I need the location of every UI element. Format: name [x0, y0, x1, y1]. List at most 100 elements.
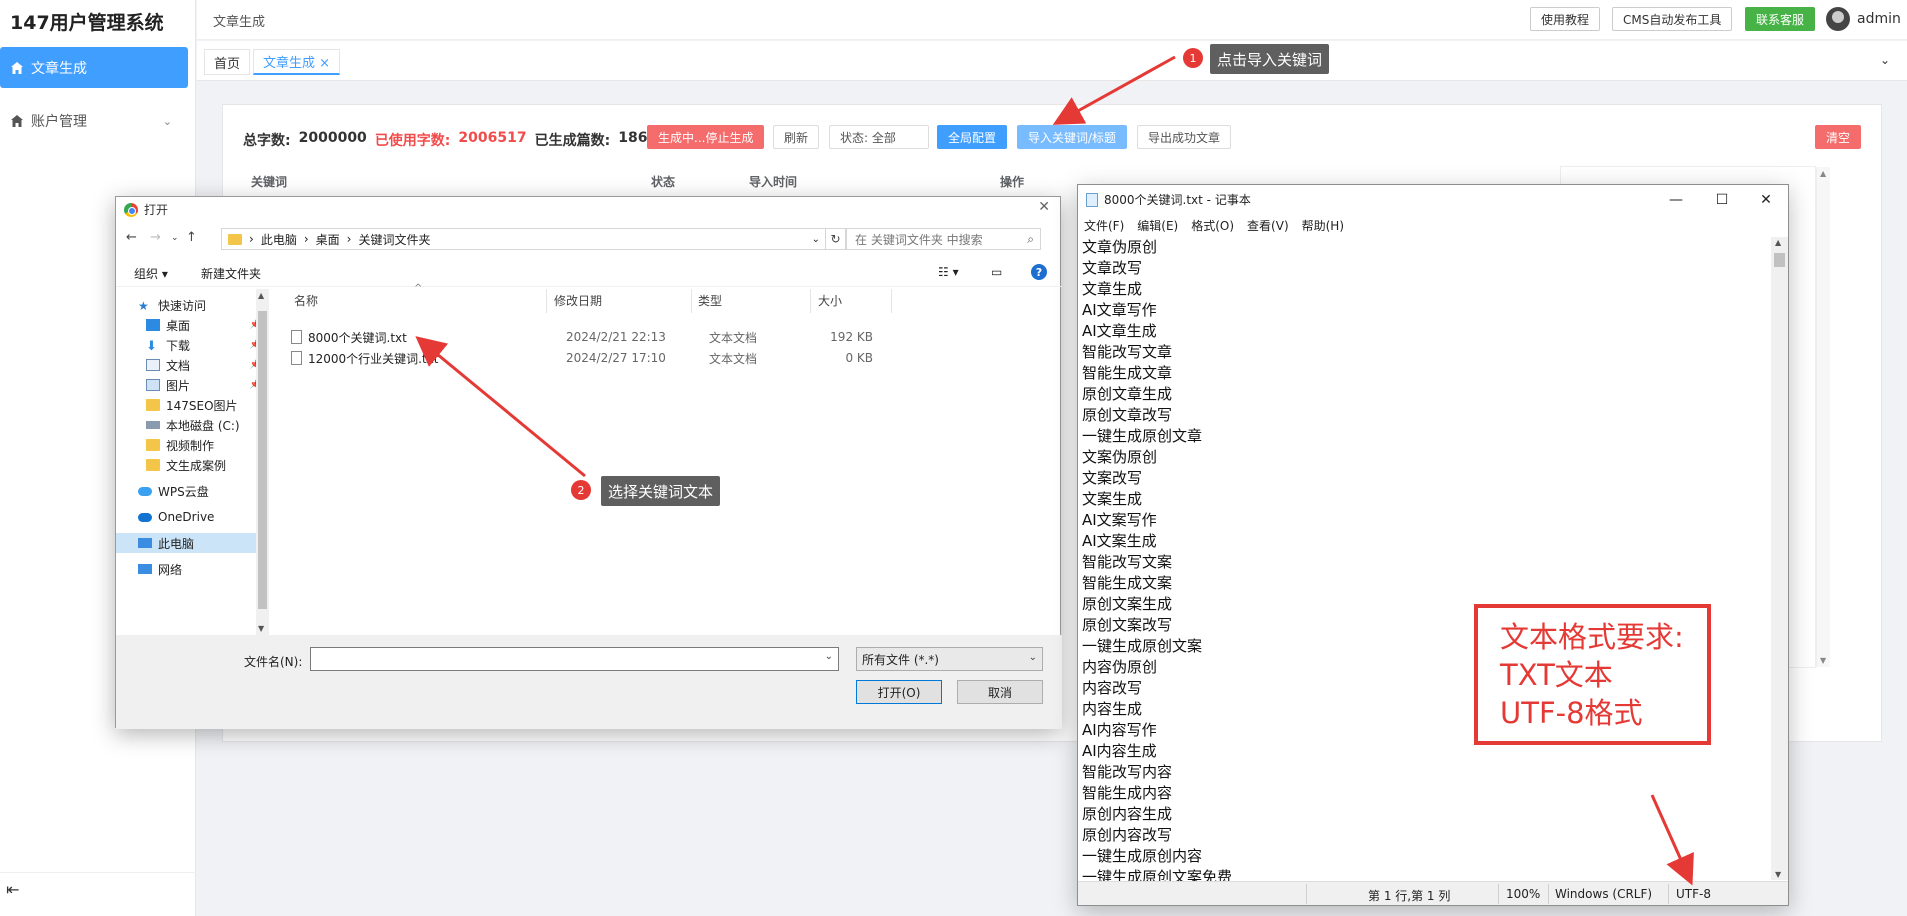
address-bar[interactable]: › 此电脑 › 桌面 › 关键词文件夹 ⌄	[221, 228, 826, 250]
notepad-scrollbar[interactable]: ▲ ▼	[1771, 237, 1788, 880]
filetype-select[interactable]: 所有文件 (*.*) ⌄	[856, 647, 1043, 671]
nav-documents[interactable]: 文档📌	[116, 355, 261, 375]
help-icon[interactable]: ?	[1031, 264, 1047, 280]
scroll-up-icon[interactable]: ▲	[1775, 238, 1781, 247]
close-icon[interactable]: ✕	[1744, 187, 1788, 213]
clear-button[interactable]: 清空	[1815, 125, 1862, 149]
scroll-up-icon[interactable]: ▲	[258, 291, 264, 300]
nav-folder[interactable]: 视频制作	[116, 435, 261, 455]
nav-this-pc[interactable]: 此电脑	[116, 533, 261, 553]
notepad-line: AI文章生成	[1082, 322, 1157, 340]
nav-onedrive[interactable]: OneDrive	[116, 507, 261, 527]
path-segment[interactable]: 此电脑	[261, 231, 297, 248]
nav-quick-access[interactable]: ★ 快速访问	[116, 295, 261, 315]
open-button[interactable]: 打开(O)	[856, 680, 942, 704]
maximize-icon[interactable]: ☐	[1700, 187, 1744, 213]
scroll-down-icon[interactable]: ▼	[1820, 656, 1826, 665]
file-row[interactable]: 8000个关键词.txt 2024/2/21 22:13 文本文档 192 KB	[291, 328, 873, 346]
menu-view[interactable]: 查看(V)	[1247, 217, 1289, 234]
nav-network[interactable]: 网络	[116, 559, 261, 579]
preview-pane-icon[interactable]: ▭	[991, 265, 1002, 279]
menu-edit[interactable]: 编辑(E)	[1137, 217, 1178, 234]
nav-label: 本地磁盘 (C:)	[166, 418, 240, 433]
chevron-down-icon[interactable]: ⌄	[812, 234, 820, 245]
support-button[interactable]: 联系客服	[1745, 7, 1816, 31]
menu-file[interactable]: 文件(F)	[1084, 217, 1124, 234]
document-icon	[146, 359, 160, 371]
nav-pictures[interactable]: 图片📌	[116, 375, 261, 395]
tab-home[interactable]: 首页	[204, 49, 251, 75]
export-articles-button[interactable]: 导出成功文章	[1137, 125, 1232, 149]
scrollbar[interactable]: ▲ ▼	[1816, 167, 1830, 667]
search-input[interactable]: 在 关键词文件夹 中搜索 ⌕	[846, 228, 1041, 250]
nav-folder[interactable]: 147SEO图片	[116, 395, 261, 415]
scroll-down-icon[interactable]: ▼	[258, 624, 264, 633]
nav-local-disk[interactable]: 本地磁盘 (C:)	[116, 415, 261, 435]
new-folder-button[interactable]: 新建文件夹	[201, 265, 261, 282]
refresh-button[interactable]: 刷新	[773, 125, 820, 149]
username[interactable]: admin	[1857, 11, 1901, 27]
tab-article-generation[interactable]: 文章生成 ×	[253, 49, 341, 75]
scrollbar-thumb[interactable]	[258, 311, 267, 609]
recent-dropdown-icon[interactable]: ⌄	[171, 233, 179, 243]
tutorial-button[interactable]: 使用教程	[1530, 7, 1601, 31]
refresh-icon[interactable]: ↻	[826, 228, 846, 250]
notepad-line: 智能生成文案	[1082, 574, 1173, 592]
organize-button[interactable]: 组织 ▾	[134, 265, 168, 282]
column-name[interactable]: 名称	[294, 292, 318, 309]
view-options-icon[interactable]: ☷ ▾	[938, 265, 959, 279]
scroll-up-icon[interactable]: ▲	[1820, 169, 1826, 178]
sidebar-item-account[interactable]: 账户管理 ⌄	[0, 101, 188, 141]
close-icon[interactable]: ✕	[1038, 199, 1050, 215]
up-icon[interactable]: ↑	[186, 230, 197, 245]
chevron-down-icon[interactable]: ⌄	[825, 651, 833, 662]
avatar[interactable]	[1826, 7, 1850, 31]
total-words-label: 总字数:	[243, 133, 291, 149]
file-type: 文本文档	[709, 351, 758, 366]
collapse-sidebar-icon[interactable]: ⇤	[6, 880, 19, 899]
scroll-down-icon[interactable]: ▼	[1775, 870, 1781, 879]
scrollbar-thumb[interactable]	[1774, 253, 1785, 267]
path-separator-icon: ›	[346, 232, 352, 246]
chrome-icon	[124, 202, 138, 217]
nav-desktop[interactable]: 桌面📌	[116, 315, 261, 335]
nav-downloads[interactable]: ⬇下载📌	[116, 335, 261, 355]
nav-scrollbar[interactable]: ▲ ▼	[256, 289, 269, 635]
column-status: 状态	[651, 175, 676, 189]
notepad-line: 原创文章生成	[1082, 385, 1173, 403]
menu-help[interactable]: 帮助(H)	[1302, 217, 1344, 234]
cms-tool-button[interactable]: CMS自动发布工具	[1612, 7, 1733, 31]
nav-wps-cloud[interactable]: WPS云盘	[116, 481, 261, 501]
column-modified[interactable]: 修改日期	[554, 292, 602, 309]
cloud-icon	[138, 486, 152, 496]
search-placeholder: 在 关键词文件夹 中搜索	[855, 232, 983, 247]
minimize-icon[interactable]: —	[1654, 187, 1698, 213]
column-type[interactable]: 类型	[698, 292, 722, 309]
cancel-button[interactable]: 取消	[957, 680, 1043, 704]
sidebar-item-label: 账户管理	[31, 114, 87, 130]
back-icon[interactable]: ←	[126, 230, 137, 245]
path-segment[interactable]: 桌面	[316, 231, 340, 248]
import-keywords-button[interactable]: 导入关键词/标题	[1017, 125, 1128, 149]
nav-folder[interactable]: 文生成案例	[116, 455, 261, 475]
forward-icon[interactable]: →	[150, 230, 161, 245]
path-segment[interactable]: 关键词文件夹	[358, 231, 430, 248]
file-row[interactable]: 12000个行业关键词.txt 2024/2/27 17:10 文本文档 0 K…	[291, 349, 873, 367]
stop-generation-button[interactable]: 生成中...停止生成	[647, 125, 765, 149]
file-date: 2024/2/21 22:13	[566, 330, 666, 344]
notepad-line: 一键生成原创内容	[1082, 847, 1203, 865]
filename-input[interactable]: ⌄	[310, 647, 839, 671]
status-filter-select[interactable]: 状态: 全部	[829, 125, 929, 149]
global-config-button[interactable]: 全局配置	[937, 125, 1008, 149]
chevron-down-icon[interactable]: ⌄	[1880, 53, 1890, 67]
notepad-line: 智能生成内容	[1082, 784, 1173, 802]
format-line: 文本格式要求:	[1500, 620, 1684, 654]
sidebar-item-article-generation[interactable]: 文章生成	[0, 47, 188, 88]
column-size[interactable]: 大小	[818, 292, 842, 309]
notepad-text-area[interactable]: 文章伪原创 文章改写 文章生成 AI文章写作 AI文章生成 智能改写文章 智能生成文章 原创文…	[1082, 237, 1762, 888]
stats-bar: 总字数: 2000000 已使用字数: 2006517 已生成篇数: 1869	[243, 130, 657, 150]
encoding: UTF-8	[1676, 887, 1711, 901]
menu-format[interactable]: 格式(O)	[1191, 217, 1234, 234]
home-icon	[11, 115, 23, 127]
notepad-title: 8000个关键词.txt - 记事本	[1104, 193, 1251, 207]
